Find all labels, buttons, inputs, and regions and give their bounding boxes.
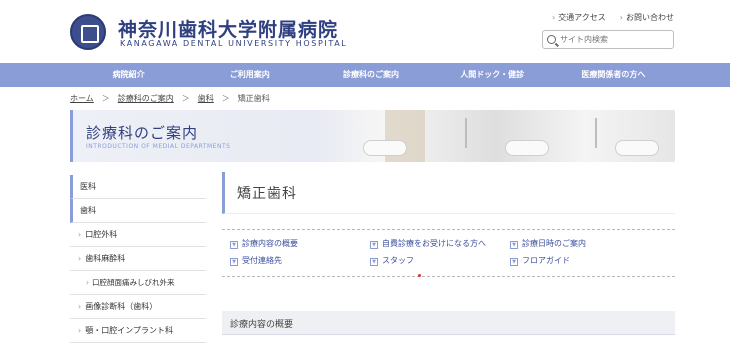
nav-guide[interactable]: ご利用案内 [189, 63, 310, 87]
nav-about[interactable]: 病院紹介 [68, 63, 189, 87]
sidebar-item-orofacial-pain[interactable]: › 口腔顔面痛みしびれ外来 [70, 271, 206, 295]
arrow-down-icon: ▼ [510, 241, 518, 249]
hospital-logo-emblem[interactable] [70, 14, 106, 50]
banner-accent-bar [70, 110, 73, 162]
arrow-down-icon: ▼ [230, 258, 238, 266]
dental-chair-shape [363, 140, 407, 156]
breadcrumb-current: 矯正歯科 [237, 94, 270, 103]
dental-lamp-shape [465, 118, 467, 148]
breadcrumb-departments[interactable]: 診療科のご案内 [118, 93, 174, 104]
breadcrumb-home[interactable]: ホーム [70, 93, 94, 104]
arrow-down-icon: ▼ [370, 241, 378, 249]
arrow-down-icon: ▼ [230, 241, 238, 249]
main-nav: 病院紹介 ご利用案内 診療科のご案内 人間ドック・健診 医療関係者の方へ [0, 63, 730, 87]
sidebar-item-imaging[interactable]: › 画像診断科（歯科） [70, 295, 206, 319]
chevron-right-icon: › [78, 302, 82, 311]
dental-lamp-shape [595, 118, 597, 148]
section-title: 診療内容の概要 [230, 320, 294, 330]
breadcrumb-separator: ＞ [181, 94, 190, 103]
chevron-right-icon: › [551, 13, 556, 22]
contact-link[interactable]: › お問い合わせ [620, 12, 674, 23]
sidebar-item-dental-anesthesia[interactable]: › 歯科麻酔科 [70, 247, 206, 271]
anchor-overview[interactable]: ▼ 診療内容の概要 [230, 238, 298, 249]
access-link[interactable]: › 交通アクセス [552, 12, 606, 23]
banner-subtitle: INTRODUCTION OF MEDIAL DEPARTMENTS [86, 143, 231, 150]
chevron-right-icon: › [78, 230, 82, 239]
anchor-staff[interactable]: ▼ スタッフ [370, 255, 414, 266]
red-dot-marker [418, 274, 421, 277]
search-icon [547, 35, 556, 44]
page-title-box: 矯正歯科 [222, 172, 675, 214]
arrow-down-icon: ▼ [510, 258, 518, 266]
hospital-name-en: KANAGAWA DENTAL UNIVERSITY HOSPITAL [120, 39, 348, 48]
chevron-right-icon: › [78, 326, 82, 335]
breadcrumb-dental[interactable]: 歯科 [198, 93, 214, 104]
sidebar-item-dental[interactable]: 歯科 [70, 199, 206, 223]
breadcrumb-separator: ＞ [221, 94, 230, 103]
clinic-photo [315, 110, 675, 162]
anchor-links: ▼ 診療内容の概要 ▼ 自費診療をお受けになる方へ ▼ 診療日時のご案内 ▼ 受付連絡先… [222, 229, 675, 277]
anchor-contact[interactable]: ▼ 受付連絡先 [230, 255, 282, 266]
anchor-schedule[interactable]: ▼ 診療日時のご案内 [510, 238, 586, 249]
hospital-name-jp[interactable]: 神奈川歯科大学附属病院 [118, 15, 338, 42]
site-search[interactable] [542, 30, 674, 49]
page-banner: 診療科のご案内 INTRODUCTION OF MEDIAL DEPARTMEN… [70, 110, 675, 162]
nav-checkup[interactable]: 人間ドック・健診 [432, 63, 553, 87]
sidebar-item-medical[interactable]: 医科 [70, 175, 206, 199]
utility-links: › 交通アクセス › お問い合わせ [552, 12, 674, 23]
chevron-right-icon: › [86, 278, 89, 287]
dental-chair-shape [615, 140, 659, 156]
nav-professionals[interactable]: 医療関係者の方へ [553, 63, 674, 87]
breadcrumb: ホーム ＞ 診療科のご案内 ＞ 歯科 ＞ 矯正歯科 [70, 93, 270, 104]
anchor-floor-guide[interactable]: ▼ フロアガイド [510, 255, 570, 266]
sidebar-menu: 医科 歯科 › 口腔外科 › 歯科麻酔科 › 口腔顔面痛みしびれ外来 › 画像診断科（歯… [70, 175, 206, 343]
search-input[interactable] [560, 35, 670, 44]
nav-departments[interactable]: 診療科のご案内 [310, 63, 431, 87]
sidebar-item-oral-surgery[interactable]: › 口腔外科 [70, 223, 206, 247]
chevron-right-icon: › [78, 254, 82, 263]
sidebar-item-implant[interactable]: › 顎・口腔インプラント科 [70, 319, 206, 343]
page-title: 矯正歯科 [237, 186, 297, 202]
banner-title: 診療科のご案内 [86, 124, 199, 142]
anchor-self-pay[interactable]: ▼ 自費診療をお受けになる方へ [370, 238, 486, 249]
dental-chair-shape [505, 140, 549, 156]
arrow-down-icon: ▼ [370, 258, 378, 266]
chevron-right-icon: › [619, 13, 623, 22]
section-heading-bar: 診療内容の概要 [222, 311, 675, 335]
breadcrumb-separator: ＞ [101, 94, 110, 103]
